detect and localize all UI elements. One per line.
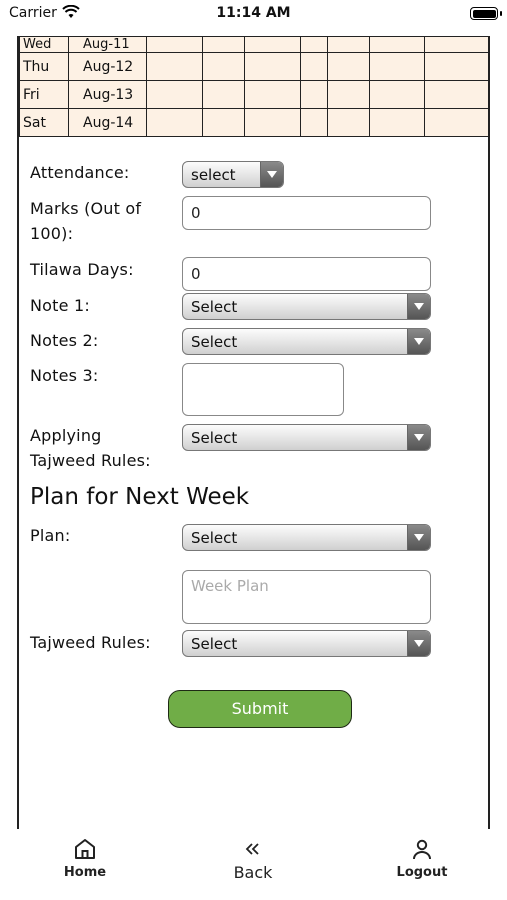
table-cell	[327, 36, 370, 53]
chevron-down-icon	[407, 525, 430, 550]
chevron-down-icon	[407, 329, 430, 354]
table-cell	[244, 80, 301, 109]
table-cell	[244, 52, 301, 81]
date-cell: Aug-13	[68, 80, 147, 109]
nav-back[interactable]: Back	[193, 837, 313, 882]
tajweed-rules-select-value: Select	[191, 635, 238, 653]
user-icon	[362, 837, 482, 861]
table-cell	[202, 108, 245, 137]
attendance-select[interactable]: select	[182, 161, 284, 188]
chevron-down-icon	[260, 162, 283, 187]
submit-button[interactable]: Submit	[168, 690, 352, 728]
day-cell: Wed	[19, 36, 69, 53]
table-cell	[202, 80, 245, 109]
battery-icon	[470, 7, 502, 20]
plan-select[interactable]: Select	[182, 524, 431, 551]
notes2-select[interactable]: Select	[182, 328, 431, 355]
date-cell: Aug-14	[68, 108, 147, 137]
attendance-select-value: select	[191, 166, 236, 184]
tajweed-rules-select[interactable]: Select	[182, 630, 431, 657]
week-plan-textarea[interactable]: Week Plan	[182, 570, 431, 624]
applying-tajweed-select[interactable]: Select	[182, 424, 431, 451]
plan-heading: Plan for Next Week	[30, 484, 250, 510]
table-cell	[424, 36, 488, 53]
chevron-down-icon	[407, 631, 430, 656]
day-cell: Thu	[19, 52, 69, 81]
table-cell	[424, 80, 488, 109]
chevron-down-icon	[407, 425, 430, 450]
table-cell	[369, 36, 425, 53]
notes2-label: Notes 2:	[30, 331, 99, 350]
note1-select-value: Select	[191, 298, 238, 316]
table-cell	[369, 52, 425, 81]
table-row: Thu Aug-12	[19, 52, 488, 81]
note1-select[interactable]: Select	[182, 293, 431, 320]
table-row: Wed Aug-11	[19, 36, 488, 53]
nav-logout-label: Logout	[396, 865, 448, 880]
marks-input[interactable]: 0	[182, 196, 431, 230]
table-cell	[146, 108, 203, 137]
table-cell	[146, 36, 203, 53]
note1-label: Note 1:	[30, 296, 90, 315]
nav-home-label: Home	[63, 865, 107, 880]
day-cell: Sat	[19, 108, 69, 137]
tilawa-days-label: Tilawa Days:	[30, 260, 134, 279]
nav-logout[interactable]: Logout	[362, 837, 482, 880]
table-row: Fri Aug-13	[19, 80, 488, 109]
notes2-select-value: Select	[191, 333, 238, 351]
plan-select-value: Select	[191, 529, 238, 547]
applying-tajweed-select-value: Select	[191, 429, 238, 447]
date-cell: Aug-12	[68, 52, 147, 81]
table-cell	[300, 52, 328, 81]
table-cell	[369, 108, 425, 137]
table-cell	[424, 108, 488, 137]
table-cell	[327, 52, 370, 81]
marks-label: Marks (Out of 100):	[30, 199, 142, 243]
table-cell	[424, 52, 488, 81]
double-chevron-left-icon	[193, 837, 313, 861]
plan-label: Plan:	[30, 526, 71, 545]
nav-back-label: Back	[233, 863, 273, 882]
home-icon	[25, 837, 145, 861]
nav-home[interactable]: Home	[25, 837, 145, 880]
table-cell	[244, 108, 301, 137]
table-cell	[369, 80, 425, 109]
attendance-label: Attendance:	[30, 163, 130, 182]
table-cell	[327, 108, 370, 137]
table-cell	[202, 52, 245, 81]
tilawa-days-input[interactable]: 0	[182, 257, 431, 291]
day-cell: Fri	[19, 80, 69, 109]
notes3-textarea[interactable]	[182, 363, 344, 416]
bottom-nav: Home Back Logout	[0, 829, 507, 900]
table-cell	[146, 52, 203, 81]
tajweed-rules-label: Tajweed Rules:	[30, 633, 151, 652]
date-cell: Aug-11	[68, 36, 147, 53]
table-cell	[146, 80, 203, 109]
table-cell	[300, 80, 328, 109]
table-cell	[300, 108, 328, 137]
table-cell	[202, 36, 245, 53]
status-bar: Carrier 11:14 AM	[0, 0, 507, 30]
schedule-table: Wed Aug-11 Thu Aug-12 Fri Aug-13 Sat Aug…	[19, 36, 488, 137]
table-cell	[327, 80, 370, 109]
table-cell	[244, 36, 301, 53]
week-plan-placeholder: Week Plan	[191, 577, 269, 595]
chevron-down-icon	[407, 294, 430, 319]
table-row: Sat Aug-14	[19, 108, 488, 137]
status-time: 11:14 AM	[216, 5, 291, 21]
applying-tajweed-label: Applying Tajweed Rules:	[30, 426, 151, 470]
table-cell	[300, 36, 328, 53]
notes3-label: Notes 3:	[30, 366, 99, 385]
content-frame[interactable]: Wed Aug-11 Thu Aug-12 Fri Aug-13 Sat Aug…	[17, 36, 490, 829]
